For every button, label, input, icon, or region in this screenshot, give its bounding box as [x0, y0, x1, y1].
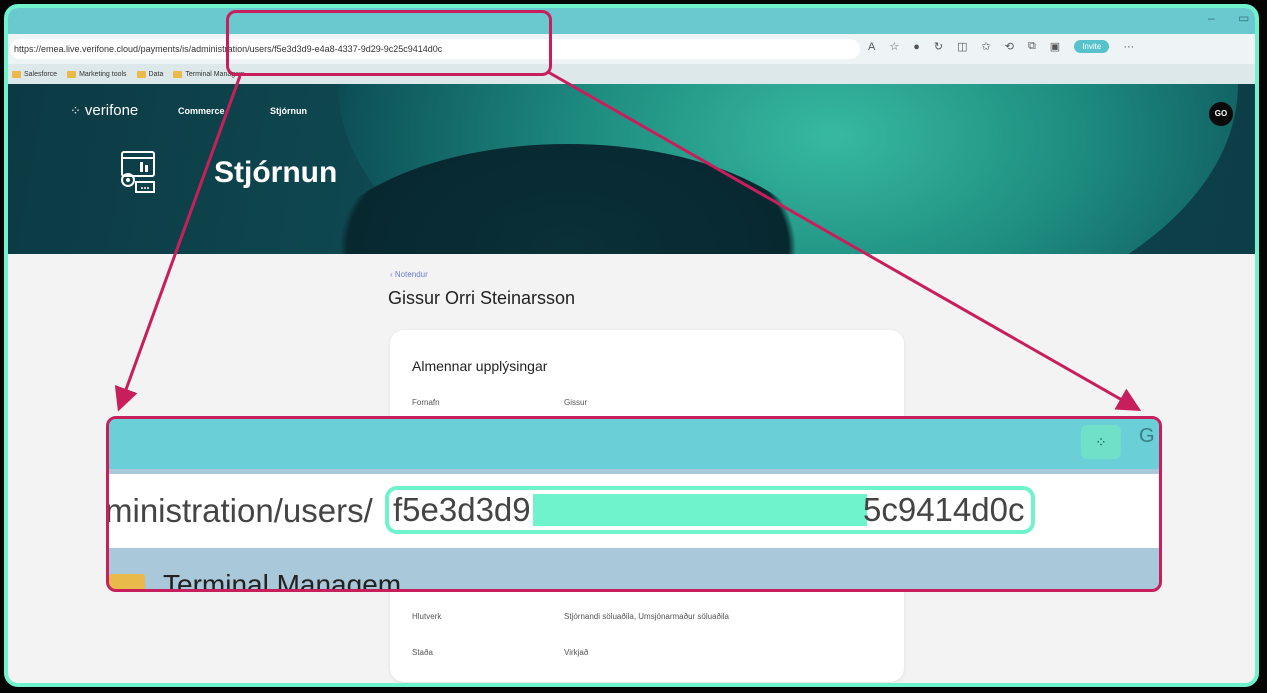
arrow-right: [547, 70, 1142, 411]
callout-arrows: [114, 70, 1142, 412]
arrow-left: [114, 75, 242, 412]
